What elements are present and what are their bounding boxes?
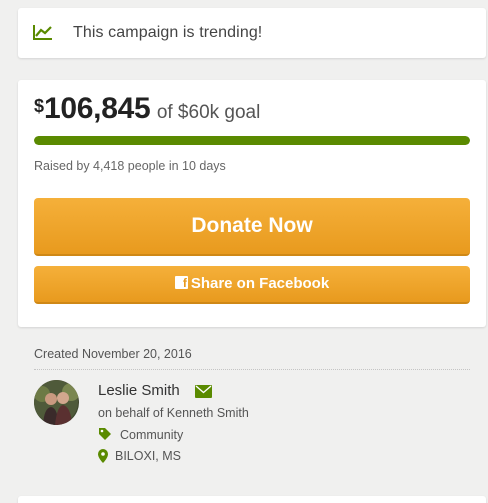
category-link[interactable]: Community [120, 428, 183, 442]
currency-symbol: $ [34, 96, 45, 116]
avatar[interactable] [34, 380, 79, 425]
location-text: BILOXI, MS [115, 449, 181, 463]
share-facebook-button[interactable]: f Share on Facebook [34, 266, 470, 304]
trending-text: This campaign is trending! [73, 24, 263, 41]
raised-amount: 106,845 [44, 92, 151, 125]
raised-by-text: Raised by 4,418 people in 10 days [34, 159, 226, 173]
goal-text: of $60k goal [156, 102, 261, 123]
next-card [18, 496, 486, 503]
share-label: Share on Facebook [190, 275, 330, 292]
organizer-name[interactable]: Leslie Smith [98, 382, 180, 399]
divider [34, 369, 470, 370]
amount-raised: $106,845 of $60k goal [34, 92, 260, 126]
facebook-icon: f [174, 275, 188, 290]
beneficiary-text: on behalf of Kenneth Smith [98, 406, 249, 420]
created-date: Created November 20, 2016 [34, 347, 192, 361]
avatar-photo-icon [34, 380, 79, 425]
location-pin-icon [98, 449, 108, 463]
progress-fill [34, 136, 470, 145]
envelope-icon[interactable] [195, 385, 212, 398]
tag-icon [99, 428, 111, 440]
donate-label: Donate Now [191, 214, 313, 237]
donation-card: $106,845 of $60k goal Raised by 4,418 pe… [18, 80, 486, 327]
trending-chart-icon [33, 25, 52, 40]
trending-banner: This campaign is trending! [18, 8, 486, 58]
donate-button[interactable]: Donate Now [34, 198, 470, 256]
progress-bar [34, 136, 470, 145]
